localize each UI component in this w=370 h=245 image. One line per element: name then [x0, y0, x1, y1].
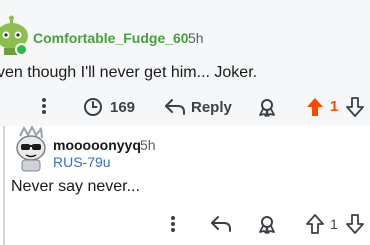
reply-icon[interactable] [163, 96, 187, 118]
upvote-icon[interactable] [305, 213, 325, 235]
comment-username[interactable]: Comfortable_Fudge_60 [33, 30, 189, 46]
upvote-icon[interactable] [305, 96, 325, 118]
online-indicator [15, 43, 28, 56]
comment-timestamp: 5h [140, 137, 156, 153]
more-icon[interactable] [165, 214, 181, 234]
more-icon[interactable] [36, 96, 52, 116]
thread-line[interactable] [3, 126, 5, 245]
comment-username[interactable]: mooooonyyq [53, 137, 141, 153]
share-icon[interactable] [256, 213, 278, 235]
user-flair: RUS-79u [53, 154, 111, 170]
award-count: 169 [110, 99, 136, 116]
reply-icon[interactable] [209, 213, 233, 235]
avatar[interactable] [12, 124, 49, 172]
downvote-icon[interactable] [345, 96, 365, 118]
share-icon[interactable] [256, 96, 278, 118]
comment-body: Never say never... [11, 178, 140, 195]
vote-count: 1 [330, 216, 338, 232]
award-icon[interactable] [82, 96, 104, 118]
vote-count: 1 [330, 98, 339, 115]
reply-button[interactable]: Reply [191, 99, 232, 116]
downvote-icon[interactable] [345, 213, 365, 235]
comment-body: ven though I'll never get him... Joker. [0, 64, 258, 81]
comment-timestamp: 5h [188, 30, 204, 46]
